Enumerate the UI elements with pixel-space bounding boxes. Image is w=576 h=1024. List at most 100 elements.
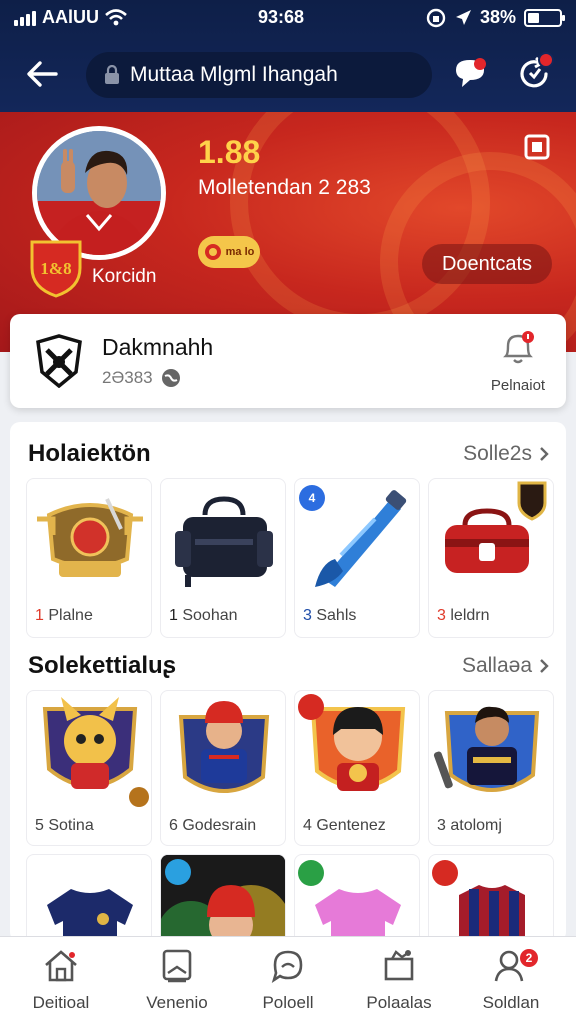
character-label: atolomj	[450, 817, 502, 834]
item-card[interactable]: 4 3 Sahls	[294, 478, 420, 638]
nav-item-home[interactable]: Deitioal	[6, 947, 116, 1013]
see-all-label: Sallaəa	[461, 654, 532, 677]
nav-badge: 2	[520, 949, 538, 967]
item-badge: 4	[299, 485, 325, 511]
nav-item-profile[interactable]: 2 Soldlan	[456, 947, 566, 1013]
item-label: Sahls	[316, 607, 357, 624]
clock: 93:68	[258, 7, 305, 27]
item-count: 3	[437, 607, 446, 624]
nav-item-shop[interactable]: Polaalas	[344, 947, 454, 1013]
carrier-label: AAlUU	[42, 7, 99, 27]
character-count: 3	[437, 817, 446, 834]
item-caption: 3 leldrn	[437, 607, 490, 625]
back-arrow-icon[interactable]	[22, 54, 62, 94]
item-card[interactable]: 1 Soohan	[160, 478, 286, 638]
character-count: 6	[169, 817, 178, 834]
location-icon	[455, 9, 471, 25]
character-card[interactable]	[160, 854, 286, 942]
character-caption: 4 Gentenez	[303, 817, 386, 835]
shop-icon	[384, 950, 414, 981]
club-name: Dakmnahh	[102, 334, 214, 360]
lock-rotation-icon	[426, 8, 446, 27]
club-members: 2Ə383	[102, 368, 153, 387]
character-label: Godesrain	[182, 817, 257, 834]
item-label: leldrn	[450, 607, 490, 624]
globe-icon	[161, 369, 180, 387]
jersey-pink-icon	[298, 860, 401, 942]
battery-fill	[528, 12, 539, 23]
chevron-right-icon	[540, 447, 549, 461]
player-jersey-icon	[433, 706, 540, 792]
battery-percent: 38%	[479, 7, 516, 27]
card-icon	[162, 949, 192, 983]
nav-label: Poloell	[262, 993, 314, 1012]
jersey-navy-icon	[47, 889, 133, 942]
lock-icon	[105, 65, 119, 84]
jersey-card[interactable]	[294, 854, 420, 942]
chat-bubble-icon[interactable]	[452, 56, 488, 92]
character-caption: 5 Sotina	[35, 817, 94, 835]
item-count: 1	[35, 607, 44, 624]
section-more-selections[interactable]: Sallaəa	[462, 654, 550, 678]
item-label: Soohan	[182, 607, 238, 624]
crest-text: 1&8	[40, 259, 71, 278]
character-card[interactable]: 3 atolomj	[428, 690, 554, 846]
item-count: 1	[169, 607, 178, 624]
player-cap-icon	[178, 701, 270, 793]
character-card[interactable]: 4 Gentenez	[294, 690, 420, 846]
nav-label: Deitioal	[32, 993, 90, 1012]
hero-number: 1.88	[198, 134, 261, 170]
character-caption: 3 atolomj	[437, 817, 502, 835]
bell-icon	[503, 331, 534, 364]
signal-icon	[14, 10, 36, 26]
character-count: 4	[303, 817, 312, 834]
refresh-button[interactable]	[516, 52, 554, 92]
avatar-photo	[37, 131, 161, 255]
character-label: Sotina	[48, 817, 94, 834]
section-more-collection[interactable]: Solle2s	[463, 442, 550, 466]
carrier: AAlUU	[14, 7, 127, 28]
item-label: Plalne	[48, 607, 93, 624]
chevron-right-icon	[540, 659, 549, 673]
search-text: Muttaa Mlgml Ihangah	[130, 63, 338, 86]
search-bar[interactable]: Muttaa Mlgml Ihangah	[86, 52, 432, 98]
jersey-striped-icon	[432, 860, 525, 942]
jersey-card[interactable]	[428, 854, 554, 942]
club-crest-icon[interactable]: 1&8	[30, 238, 82, 298]
character-label: Gentenez	[316, 817, 386, 834]
character-card[interactable]: 5 Sotina	[26, 690, 152, 846]
notification-dot	[538, 52, 554, 68]
hero-action-button[interactable]: Doentcats	[422, 244, 552, 284]
copy-icon[interactable]	[522, 132, 552, 162]
item-caption: 3 Sahls	[303, 607, 356, 625]
club-label: Korcidn	[92, 266, 157, 287]
item-card[interactable]: 1 Plalne	[26, 478, 152, 638]
nav-label: Soldlan	[482, 993, 540, 1012]
section-title-collection: Holaiektön	[28, 440, 151, 467]
see-all-label: Solle2s	[463, 442, 532, 465]
club-card[interactable]: Dakmnahh 2Ə383 Pelnaiot	[10, 314, 566, 408]
player-portrait-icon	[37, 131, 161, 255]
item-card[interactable]: 3 leldrn	[428, 478, 554, 638]
jersey-card[interactable]	[26, 854, 152, 942]
mascot-red-cap-icon	[161, 855, 285, 942]
notify-button[interactable]: Pelnaiot	[486, 330, 550, 394]
nav-item-cards[interactable]: Venenio	[122, 947, 232, 1013]
club-logo-icon	[36, 334, 82, 388]
mascot-cat-icon	[42, 697, 149, 807]
crest-small-icon	[204, 244, 221, 260]
bag-icon	[175, 496, 273, 587]
nav-label: Polaalas	[366, 993, 432, 1012]
character-count: 5	[35, 817, 44, 834]
character-card[interactable]: 6 Godesrain	[160, 690, 286, 846]
wifi-icon	[105, 8, 127, 25]
battery-icon	[524, 8, 565, 27]
hero-subtitle: Molletendan 2 283	[198, 176, 371, 199]
level-chip[interactable]: ma lo	[198, 236, 260, 268]
club-meta: 2Ə383	[102, 368, 181, 388]
status-right: 38%	[426, 7, 565, 28]
item-count: 3	[303, 607, 312, 624]
nav-item-chat[interactable]: Poloell	[233, 947, 343, 1013]
chat-icon	[271, 950, 303, 984]
item-caption: 1 Soohan	[169, 607, 238, 625]
